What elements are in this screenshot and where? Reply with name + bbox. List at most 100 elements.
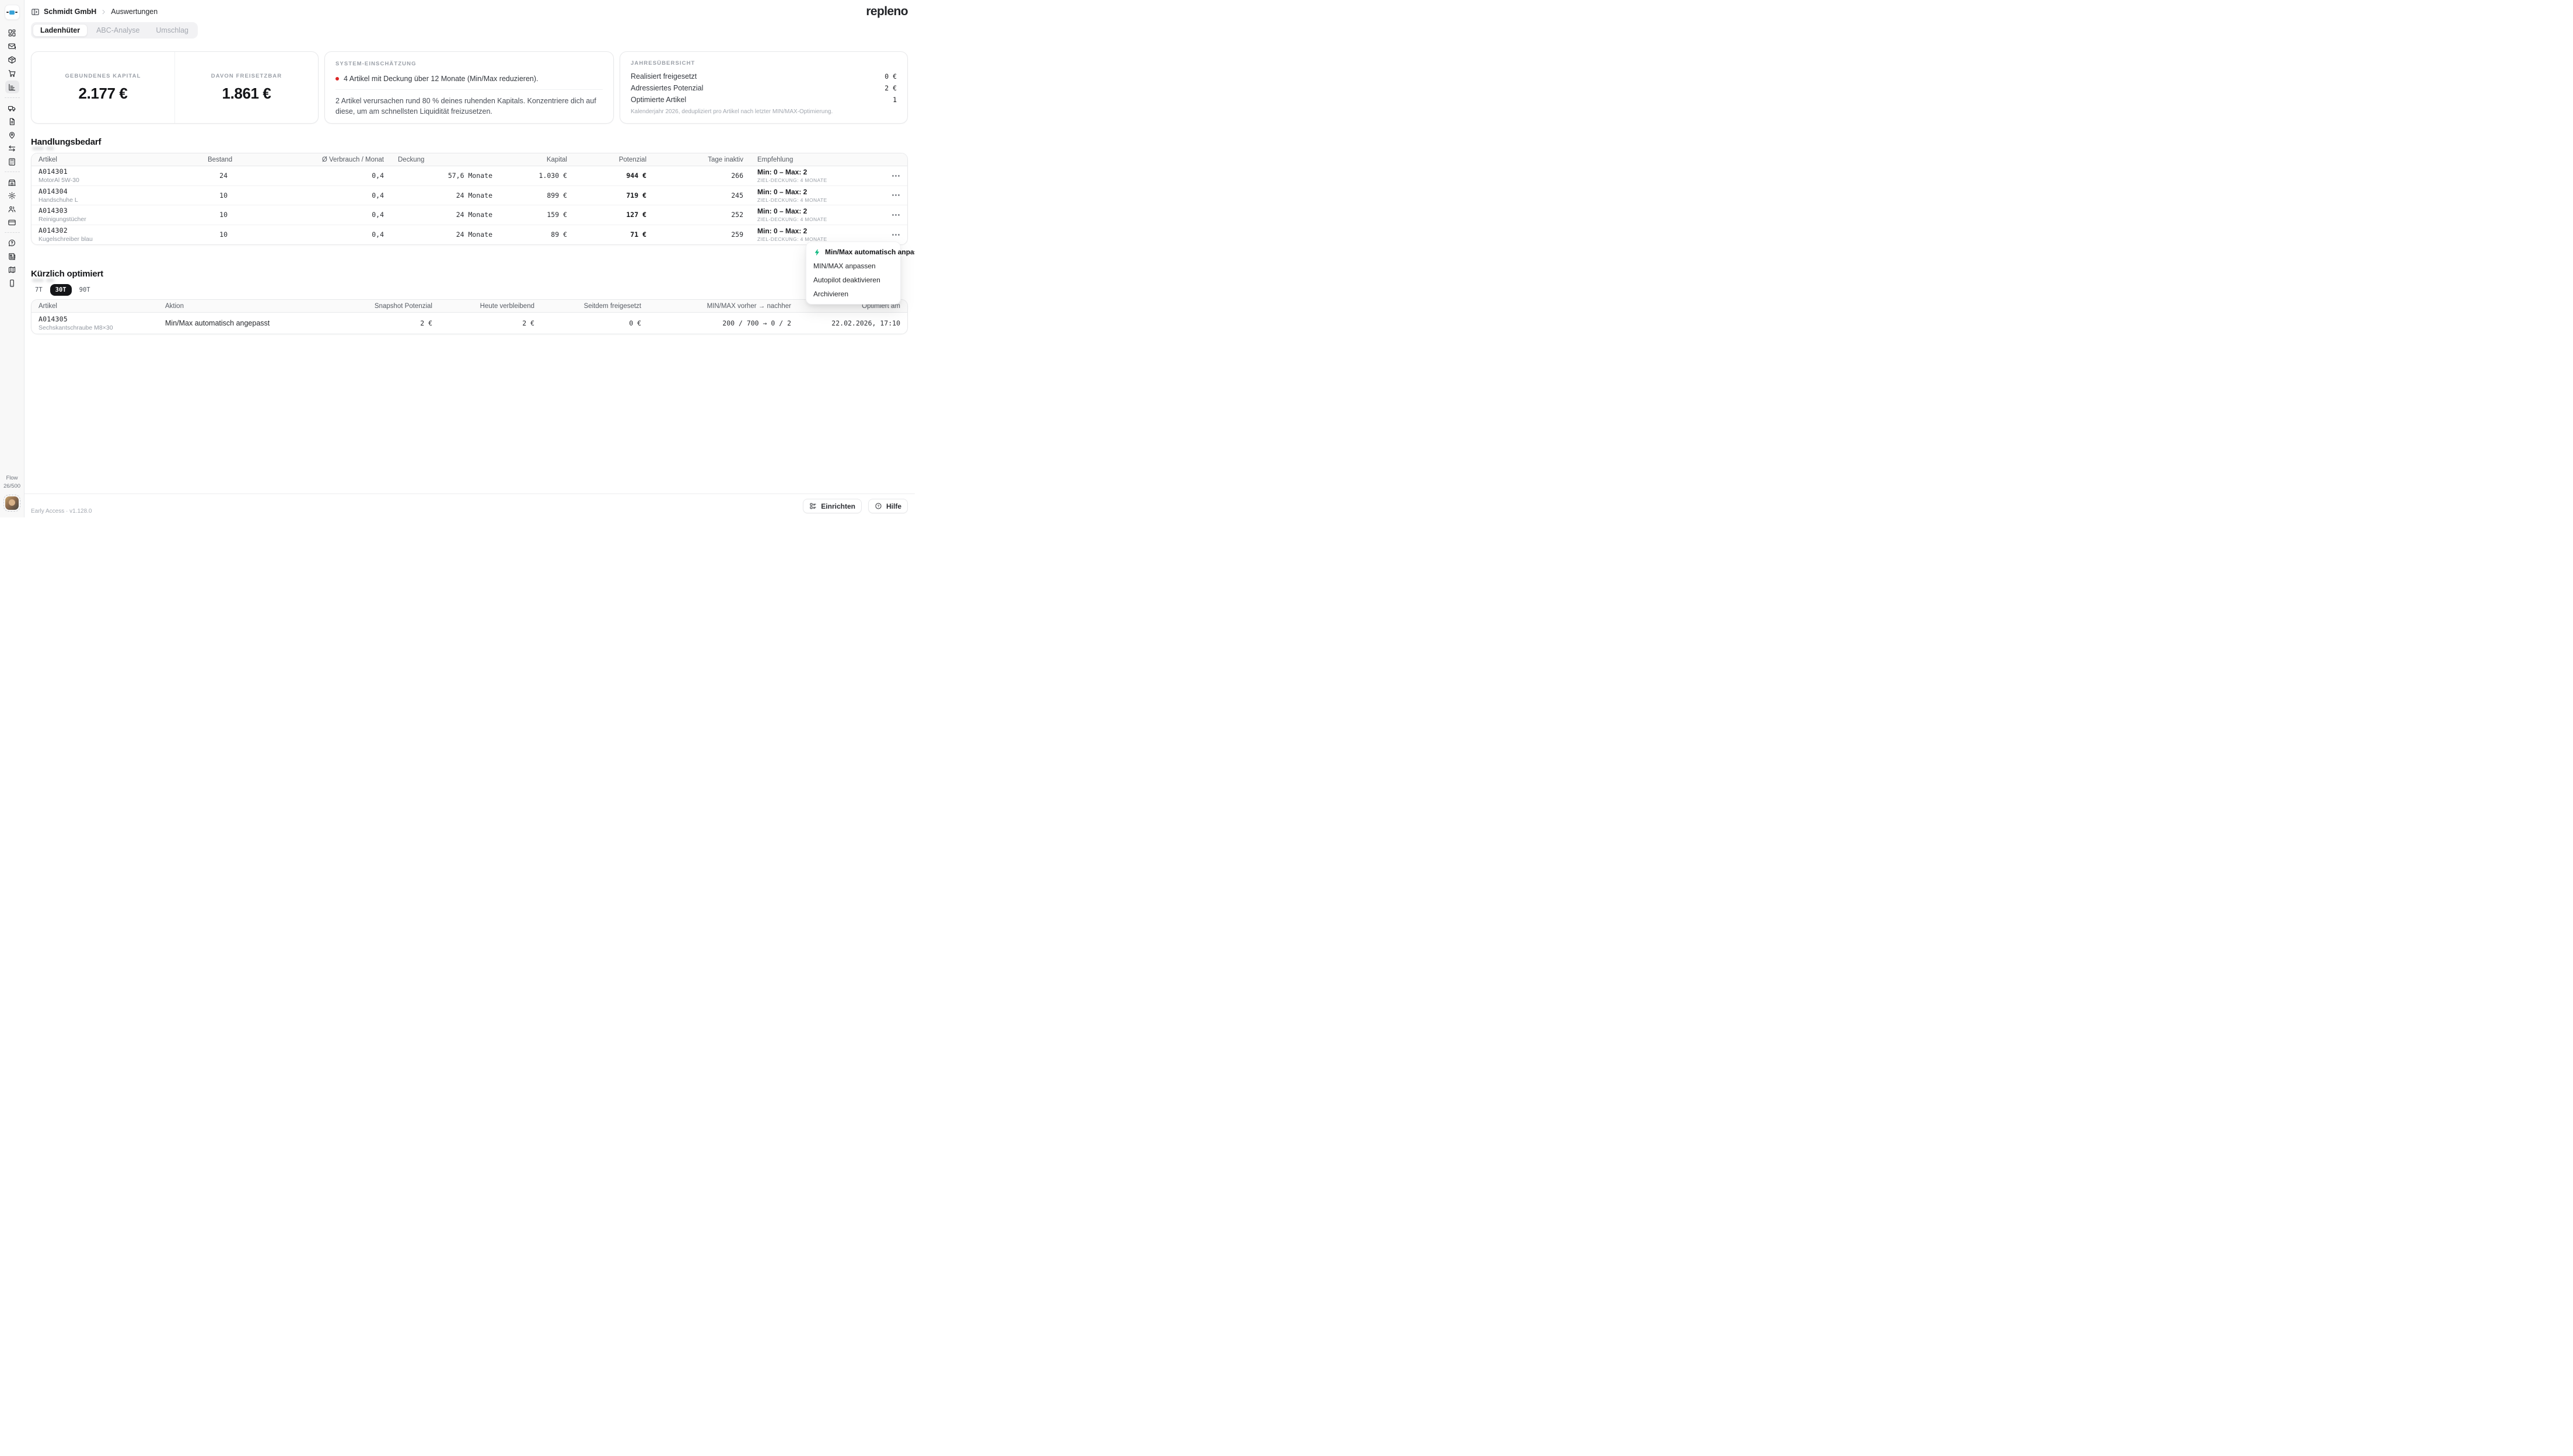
assessment-title: SYSTEM-EINSCHÄTZUNG — [335, 61, 603, 67]
table-row[interactable]: A014302Kugelschreiber blau 10 0,4 24 Mon… — [32, 225, 907, 245]
sidebar-item-calculator[interactable] — [6, 156, 19, 167]
table-row[interactable]: A014304Handschuhe L 10 0,4 24 Monate 899… — [32, 186, 907, 206]
inactive-days-value: 245 — [653, 191, 750, 200]
article-name: Sechskantschraube M8×30 — [39, 324, 151, 331]
tab-umschlag[interactable]: Umschlag — [148, 24, 196, 37]
logo-mark-right — [15, 12, 18, 13]
flow-value: 26/500 — [4, 482, 20, 491]
setup-button[interactable]: Einrichten — [803, 499, 862, 513]
menu-item-minmax[interactable]: MIN/MAX anpassen — [806, 259, 900, 273]
range-90t[interactable]: 90T — [77, 285, 93, 295]
breadcrumb-company[interactable]: Schmidt GmbH — [44, 8, 96, 16]
kpi-row: GEBUNDENES KAPITAL 2.177 € DAVON FREISET… — [31, 51, 908, 124]
bound-capital-stat: GEBUNDENES KAPITAL 2.177 € — [32, 52, 174, 123]
year-row-value: 1 — [893, 96, 897, 104]
sidebar-item-mail[interactable] — [6, 40, 19, 52]
system-assessment-card: SYSTEM-EINSCHÄTZUNG 4 Artikel mit Deckun… — [324, 51, 614, 124]
remaining-value: 2 € — [439, 319, 541, 327]
sidebar-item-map[interactable] — [6, 264, 19, 275]
sidebar-item-billing[interactable] — [6, 216, 19, 228]
col-heute-verbleibend: Heute verbleibend — [439, 303, 541, 310]
menu-item-auto-adjust[interactable]: Min/Max automatisch anpassen — [806, 245, 900, 259]
stock-value: 24 — [201, 172, 235, 180]
sidebar-item-locations[interactable] — [6, 129, 19, 141]
col-kapital: Kapital — [499, 156, 574, 163]
cart-icon — [8, 69, 16, 78]
company-logo[interactable] — [5, 5, 20, 20]
coverage-value: 24 Monate — [391, 211, 499, 219]
redacted-subtitle — [32, 147, 44, 150]
sidebar-item-mobile[interactable] — [6, 277, 19, 289]
tab-abc-analyse[interactable]: ABC-Analyse — [89, 24, 147, 37]
table-row[interactable]: A014305Sechskantschraube M8×30 Min/Max a… — [32, 313, 907, 334]
sidebar-item-dashboard[interactable] — [6, 27, 19, 38]
brand-logo: repleno — [866, 5, 908, 19]
sidebar-item-help[interactable] — [6, 237, 19, 249]
year-overview-card: JAHRESÜBERSICHT Realisiert freigesetzt 0… — [620, 51, 908, 124]
coverage-value: 57,6 Monate — [391, 172, 499, 180]
menu-item-autopilot[interactable]: Autopilot deaktivieren — [806, 273, 900, 287]
table-row[interactable]: A014303Reinigungstücher 10 0,4 24 Monate… — [32, 205, 907, 225]
bound-capital-value: 2.177 € — [79, 85, 128, 103]
recommendation: Min: 0 – Max: 2 — [757, 227, 875, 235]
sidebar-item-transfers[interactable] — [6, 142, 19, 154]
row-menu-button[interactable]: ⋯ — [882, 230, 907, 239]
menu-item-archive[interactable]: Archivieren — [806, 287, 900, 301]
coverage-value: 24 Monate — [391, 230, 499, 239]
flow-label: Flow — [4, 474, 20, 482]
breadcrumb: Schmidt GmbH Auswertungen — [31, 8, 158, 16]
article-id: A014302 — [39, 226, 194, 235]
sidebar-item-users[interactable] — [6, 203, 19, 215]
article-id: A014303 — [39, 206, 194, 215]
menu-item-label: MIN/MAX anpassen — [813, 262, 876, 270]
panel-toggle-icon — [31, 8, 40, 16]
year-overview-rows: Realisiert freigesetzt 0 € Adressiertes … — [631, 72, 897, 104]
assessment-note: 2 Artikel verursachen rund 80 % deines r… — [335, 96, 603, 117]
help-button[interactable]: ? Hilfe — [868, 499, 908, 513]
row-menu-button[interactable]: ⋯ — [882, 211, 907, 219]
breadcrumb-page[interactable]: Auswertungen — [111, 8, 158, 16]
target-coverage: ZIEL-DECKUNG: 4 MONATE — [757, 197, 875, 203]
recommendation: Min: 0 – Max: 2 — [757, 207, 875, 215]
sidebar-item-analytics[interactable] — [5, 80, 19, 93]
article-name: Reinigungstücher — [39, 216, 194, 223]
sidebar-item-deliveries[interactable] — [6, 102, 19, 114]
tab-ladenhueter[interactable]: Ladenhüter — [33, 24, 88, 37]
year-row-value: 0 € — [885, 72, 897, 80]
user-menu[interactable] — [4, 495, 20, 512]
app-window: Flow 26/500 Schmidt GmbH Auswertungen re… — [0, 0, 915, 517]
releasable-label: DAVON FREISETZBAR — [211, 73, 282, 79]
coverage-value: 24 Monate — [391, 191, 499, 200]
sidebar-item-package[interactable] — [6, 54, 19, 65]
row-menu-button[interactable]: ⋯ — [882, 172, 907, 180]
recommendation: Min: 0 – Max: 2 — [757, 168, 875, 176]
stock-value: 10 — [201, 211, 235, 219]
action-section-title: Handlungsbedarf — [31, 137, 101, 147]
action-label: Min/Max automatisch angepasst — [158, 319, 282, 327]
sidebar-toggle-button[interactable] — [31, 8, 40, 16]
row-menu-button[interactable]: ⋯ — [882, 191, 907, 200]
range-30t[interactable]: 30T — [50, 284, 72, 296]
col-artikel: Artikel — [32, 303, 158, 310]
table-row[interactable]: A014301MotorAl 5W-30 24 0,4 57,6 Monate … — [32, 166, 907, 186]
col-bestand: Bestand — [201, 156, 235, 163]
sidebar-item-orders[interactable] — [6, 67, 19, 79]
sidebar-item-news[interactable] — [6, 250, 19, 262]
col-deckung: Deckung — [391, 156, 499, 163]
col-minmax-vorher-nachher: MIN/MAX vorher → nachher — [648, 303, 798, 310]
document-icon — [8, 117, 16, 126]
help-button-label: Hilfe — [886, 502, 901, 510]
top-bar: Schmidt GmbH Auswertungen repleno — [25, 0, 915, 23]
svg-text:?: ? — [878, 505, 879, 508]
sidebar-item-settings[interactable] — [6, 190, 19, 201]
gear-icon — [8, 191, 16, 200]
menu-item-label: Min/Max automatisch anpassen — [825, 248, 915, 256]
minmax-change-value: 200 / 700 → 0 / 2 — [648, 319, 798, 327]
range-7t[interactable]: 7T — [33, 285, 45, 295]
inactive-days-value: 259 — [653, 230, 750, 239]
sidebar-item-documents[interactable] — [6, 116, 19, 127]
recent-table: Artikel Aktion Snapshot Potenzial Heute … — [31, 299, 908, 334]
sidebar-item-company[interactable] — [6, 176, 19, 188]
footer-actions: Einrichten ? Hilfe — [803, 499, 908, 513]
target-coverage: ZIEL-DECKUNG: 4 MONATE — [757, 216, 875, 222]
